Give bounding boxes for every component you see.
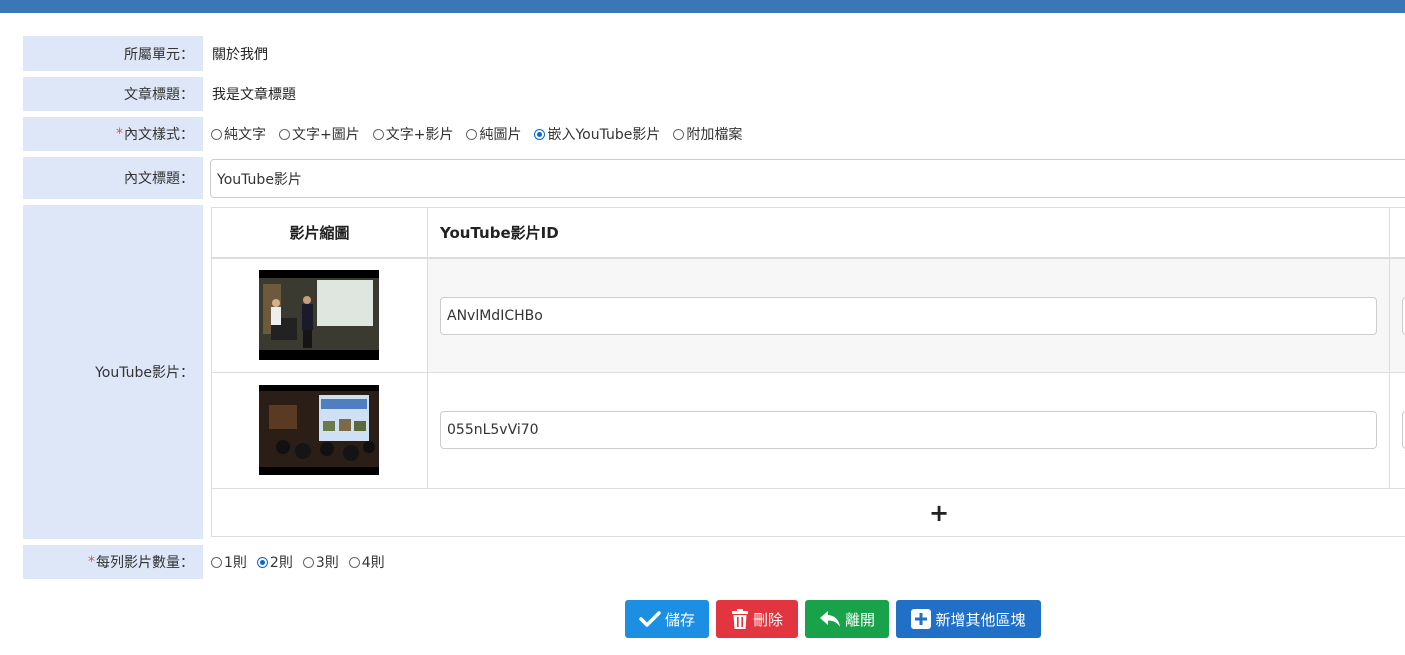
- content-style-radio-group: 純文字 文字+圖片 文字+影片 純圖片 嵌入YouTube影片 附加檔案: [211, 117, 755, 151]
- per-row-radio-group: 1則 2則 3則 4則: [211, 545, 395, 579]
- unit-label: 所屬單元：: [23, 36, 203, 71]
- content-style-option-plain-text[interactable]: 純文字: [211, 124, 266, 144]
- column-divider: [1389, 259, 1390, 372]
- delete-button[interactable]: 刪除: [716, 600, 798, 638]
- unit-value: 關於我們: [212, 46, 268, 63]
- video-thumbnail: [259, 270, 379, 360]
- article-title-label: 文章標題：: [23, 77, 203, 111]
- required-mark: *: [116, 126, 123, 142]
- plus-square-icon: [911, 609, 932, 629]
- video-id-column-header: YouTube影片ID: [440, 224, 559, 242]
- table-row: [212, 257, 1405, 372]
- article-title-value: 我是文章標題: [212, 87, 296, 103]
- save-button[interactable]: 儲存: [625, 600, 709, 638]
- add-block-button[interactable]: 新增其他區塊: [896, 600, 1041, 638]
- per-row-label: * 每列影片數量：: [23, 545, 203, 579]
- column-divider: [427, 259, 428, 372]
- radio-button[interactable]: [211, 128, 222, 140]
- per-row-option-3[interactable]: 3則: [302, 552, 339, 572]
- youtube-label: YouTube影片：: [23, 205, 203, 539]
- content-title-input[interactable]: [210, 159, 1405, 198]
- add-video-row[interactable]: +: [212, 488, 1405, 537]
- check-icon: [639, 611, 661, 627]
- radio-button[interactable]: [302, 556, 314, 568]
- radio-button[interactable]: [372, 128, 384, 140]
- radio-button-checked[interactable]: [256, 556, 268, 568]
- table-row: [212, 372, 1405, 488]
- content-style-option-youtube[interactable]: 嵌入YouTube影片: [534, 124, 660, 144]
- radio-button-checked[interactable]: [534, 128, 546, 140]
- content-style-label: * 內文樣式：: [23, 117, 203, 151]
- video-id-input[interactable]: [440, 411, 1377, 449]
- plus-icon[interactable]: +: [929, 499, 949, 527]
- radio-button[interactable]: [466, 128, 478, 140]
- video-id-input[interactable]: [440, 297, 1377, 335]
- radio-button[interactable]: [279, 128, 290, 140]
- required-mark: *: [88, 554, 95, 570]
- content-style-option-text-video[interactable]: 文字+影片: [372, 124, 453, 144]
- radio-button[interactable]: [211, 556, 222, 568]
- radio-button[interactable]: [673, 128, 685, 140]
- per-row-option-2[interactable]: 2則: [256, 552, 293, 572]
- top-bar: [0, 0, 1405, 13]
- reply-arrow-icon: [819, 611, 840, 627]
- trash-icon: [731, 609, 748, 629]
- video-thumbnail: [259, 385, 379, 475]
- content-style-option-text-image[interactable]: 文字+圖片: [279, 124, 360, 144]
- column-divider: [427, 373, 428, 488]
- per-row-option-4[interactable]: 4則: [348, 552, 385, 572]
- column-divider: [1389, 373, 1390, 488]
- per-row-option-1[interactable]: 1則: [211, 552, 247, 572]
- content-style-option-attachment[interactable]: 附加檔案: [673, 124, 742, 144]
- leave-button[interactable]: 離開: [805, 600, 889, 638]
- content-title-label: 內文標題：: [23, 157, 203, 199]
- radio-button[interactable]: [348, 556, 360, 568]
- content-style-option-image-only[interactable]: 純圖片: [466, 124, 521, 144]
- youtube-table: 影片縮圖 YouTube影片ID ANvlMdICHBo 055nL5vVi70…: [211, 207, 1405, 537]
- thumbnail-column-header: 影片縮圖: [289, 224, 350, 242]
